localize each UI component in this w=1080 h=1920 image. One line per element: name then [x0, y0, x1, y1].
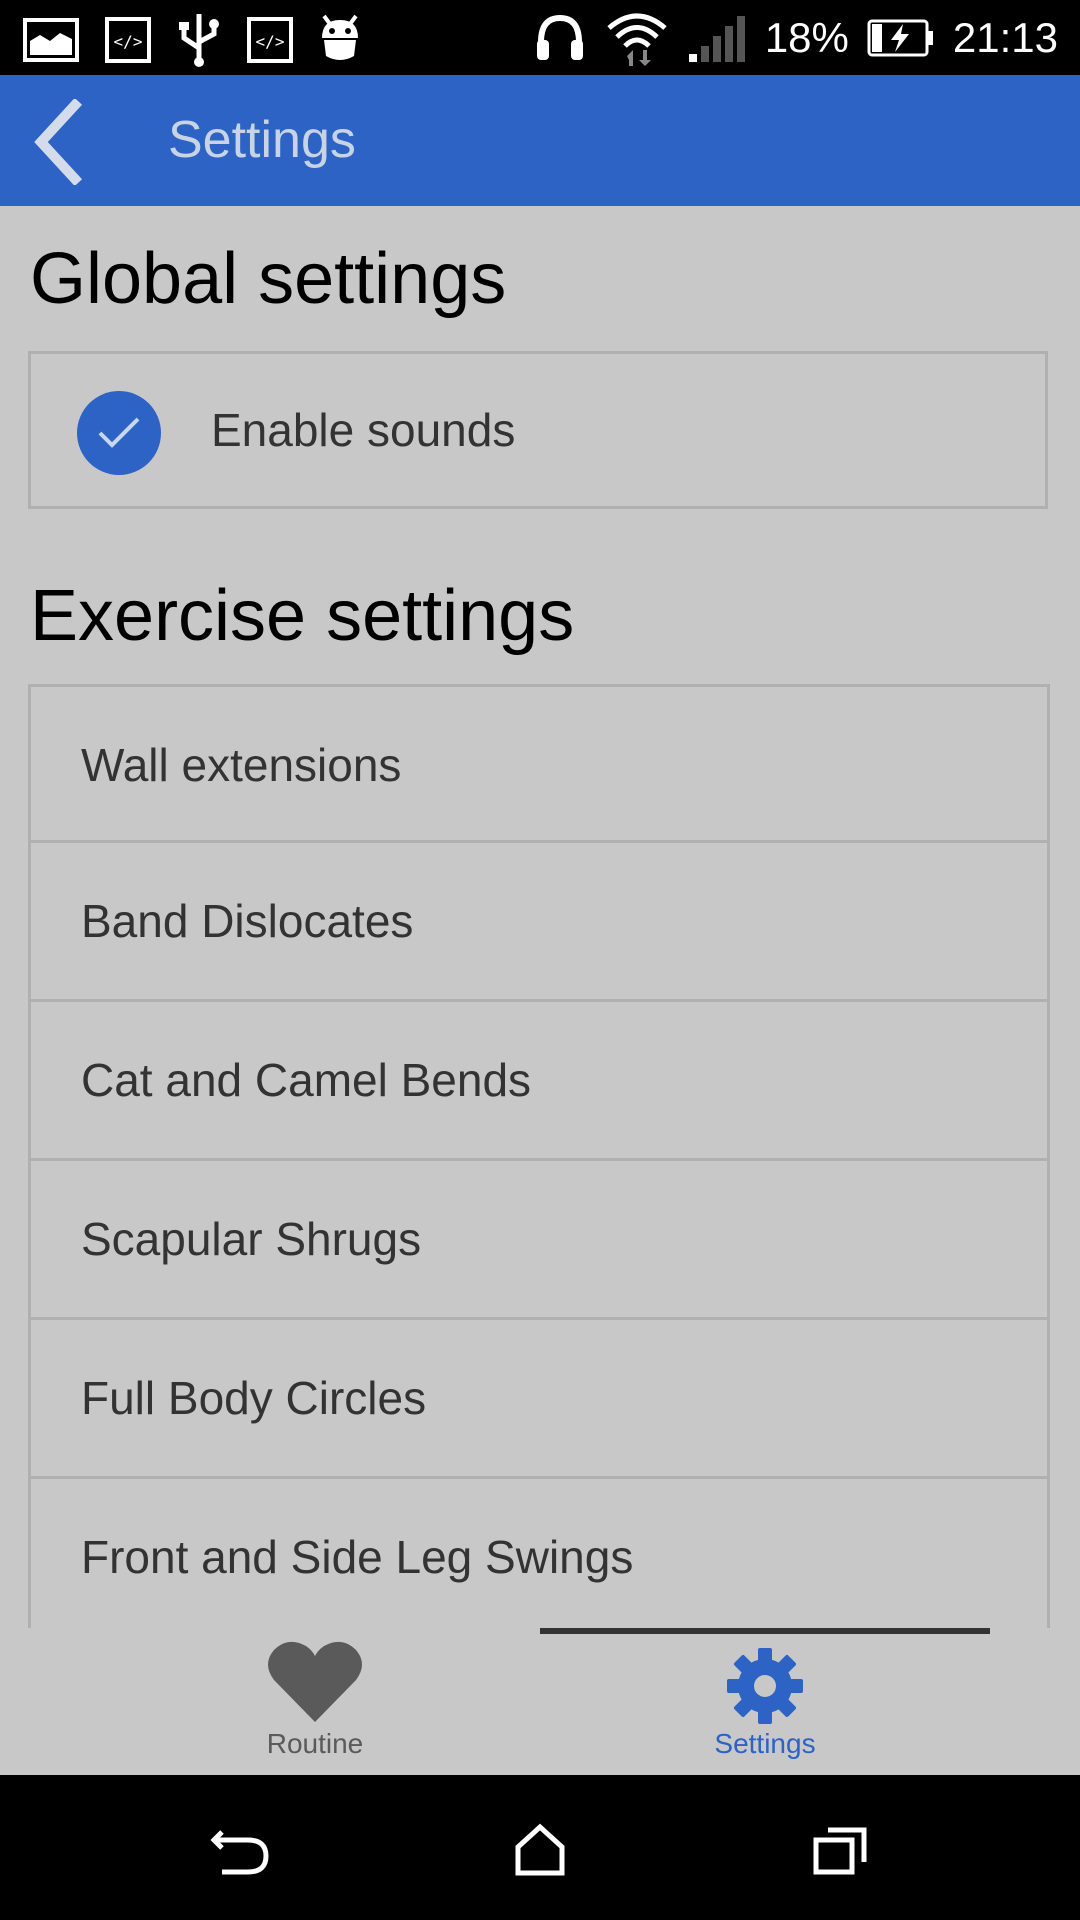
system-recents-button[interactable]: [805, 1815, 875, 1885]
headset-icon: [536, 14, 583, 60]
system-home-button[interactable]: [505, 1815, 575, 1885]
status-bar: </> </> 18% 21:13: [0, 0, 1080, 75]
exercise-label: Wall extensions: [81, 739, 402, 791]
usb-icon: [179, 14, 219, 67]
code-notification-icon: </>: [105, 17, 151, 63]
exercise-label: Scapular Shrugs: [81, 1213, 422, 1265]
enable-sounds-label: Enable sounds: [211, 404, 516, 456]
tab-routine[interactable]: Routine: [90, 1628, 540, 1775]
clock: 21:13: [952, 14, 1058, 61]
app-bar: Settings: [0, 75, 1080, 206]
list-item[interactable]: Scapular Shrugs: [28, 1161, 1050, 1320]
system-nav-bar: [0, 1775, 1080, 1920]
battery-charging-icon: [867, 19, 933, 57]
page-title: Settings: [168, 111, 356, 169]
list-item[interactable]: Band Dislocates: [28, 843, 1050, 1002]
chevron-left-icon: [34, 99, 83, 185]
heart-icon: [268, 1641, 362, 1722]
exercise-label: Band Dislocates: [81, 895, 414, 947]
exercise-label: Full Body Circles: [81, 1372, 427, 1424]
exercise-label: Front and Side Leg Swings: [81, 1531, 634, 1583]
enable-sounds-checkbox[interactable]: [77, 391, 161, 475]
enable-sounds-row[interactable]: Enable sounds: [28, 351, 1048, 509]
back-button[interactable]: [22, 97, 92, 187]
battery-percent: 18%: [764, 14, 849, 61]
android-debug-icon: [322, 14, 358, 60]
image-notification-icon: [23, 18, 79, 62]
bottom-nav: Routine Settings: [0, 1628, 1080, 1775]
tab-routine-label: Routine: [266, 1728, 364, 1759]
list-item[interactable]: Cat and Camel Bends: [28, 1002, 1050, 1161]
exercise-settings-heading: Exercise settings: [30, 576, 575, 656]
system-back-button[interactable]: [205, 1815, 275, 1885]
recents-icon: [813, 1827, 867, 1875]
exercise-label: Cat and Camel Bends: [81, 1054, 532, 1106]
wifi-icon: [607, 13, 667, 66]
global-settings-heading: Global settings: [30, 239, 507, 319]
list-item[interactable]: Wall extensions: [28, 684, 1050, 843]
svg-text:</>: </>: [256, 32, 285, 51]
tab-settings-label: Settings: [714, 1728, 816, 1759]
exercise-list: Wall extensions Band Dislocates Cat and …: [28, 684, 1052, 1628]
list-item[interactable]: Front and Side Leg Swings: [28, 1479, 1050, 1628]
cellular-signal-icon: [688, 16, 745, 62]
home-icon: [515, 1823, 565, 1876]
list-item[interactable]: Full Body Circles: [28, 1320, 1050, 1479]
svg-text:</>: </>: [114, 32, 143, 51]
code-notification-icon-2: </>: [247, 17, 293, 63]
back-arrow-icon: [210, 1830, 269, 1875]
tab-settings[interactable]: Settings: [540, 1628, 990, 1775]
gear-icon: [727, 1648, 803, 1724]
check-icon: [98, 417, 140, 448]
